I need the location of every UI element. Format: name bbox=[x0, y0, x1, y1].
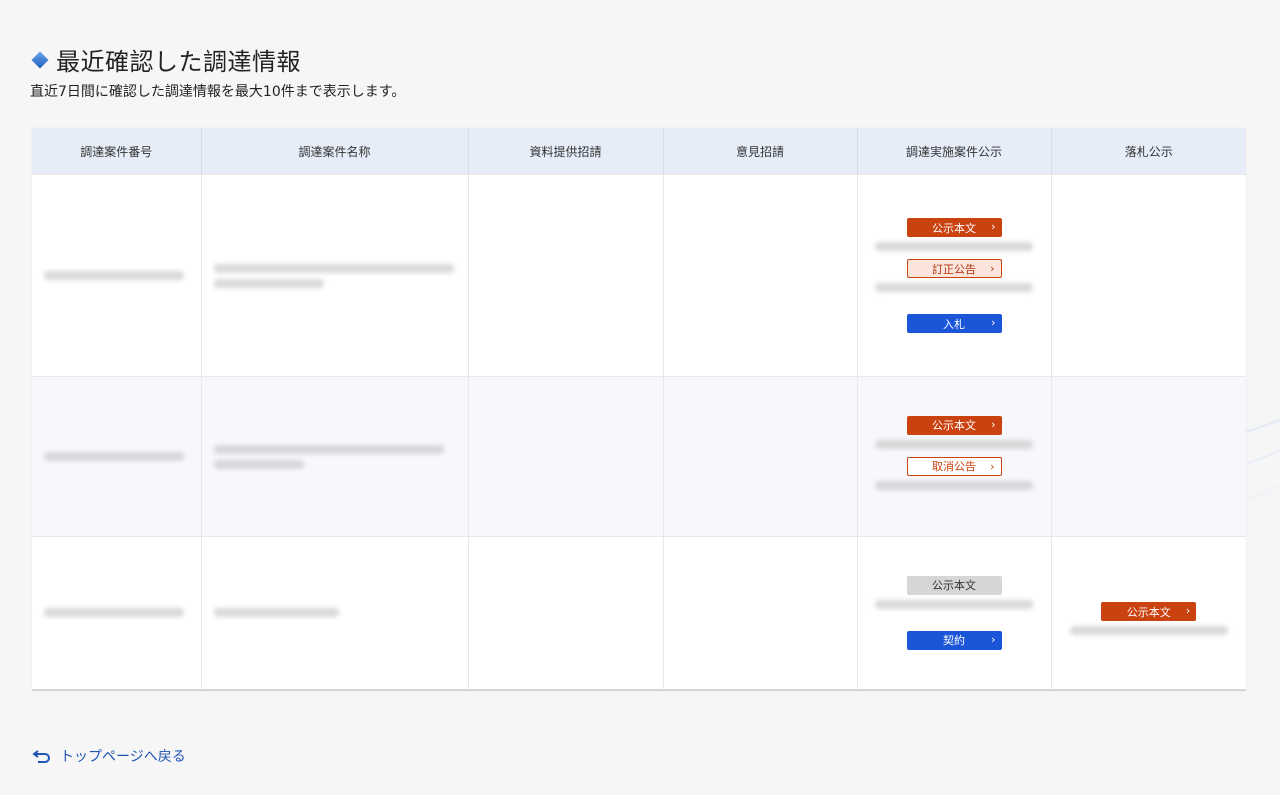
blurred-date bbox=[875, 599, 1033, 609]
procurement-number-cell bbox=[32, 376, 202, 537]
chevron-right-icon: › bbox=[991, 417, 996, 431]
chevron-right-icon: › bbox=[990, 262, 995, 275]
page-title: 最近確認した調達情報 bbox=[56, 48, 301, 76]
button-label: 公示本文 bbox=[932, 419, 976, 432]
bid-button[interactable]: 入札 › bbox=[906, 314, 1002, 333]
award-notice-text-button[interactable]: 公示本文 › bbox=[1101, 602, 1197, 622]
button-label: 取消公告 bbox=[932, 460, 976, 473]
award-notice-cell bbox=[1051, 174, 1246, 377]
procurement-number-cell bbox=[32, 536, 202, 689]
page-header: 最近確認した調達情報 直近7日間に確認した調達情報を最大10件まで表示します。 bbox=[30, 42, 405, 101]
column-header: 意見招請 bbox=[663, 128, 858, 175]
back-to-top-link[interactable]: トップページへ戻る bbox=[32, 746, 186, 766]
button-label: 公示本文 bbox=[1126, 605, 1171, 619]
chevron-right-icon: › bbox=[990, 459, 995, 473]
chevron-right-icon: › bbox=[991, 316, 996, 329]
contract-button[interactable]: 契約 › bbox=[906, 630, 1002, 650]
table-header-row: 調達案件番号 調達案件名称 資料提供招請 意見招請 調達実施案件公示 落札公示 bbox=[32, 128, 1246, 175]
material-request-cell bbox=[468, 376, 664, 537]
button-label: 入札 bbox=[943, 317, 965, 331]
material-request-cell bbox=[468, 536, 664, 689]
award-notice-cell: 公示本文 › bbox=[1051, 536, 1246, 689]
procurement-name-cell bbox=[201, 174, 469, 377]
blurred-date bbox=[1069, 626, 1228, 636]
button-label: 契約 bbox=[943, 634, 965, 648]
recent-procurement-table: 調達案件番号 調達案件名称 資料提供招請 意見招請 調達実施案件公示 落札公示 bbox=[32, 128, 1246, 691]
column-header: 調達案件番号 bbox=[32, 128, 202, 175]
notice-text-button-disabled: 公示本文 bbox=[906, 575, 1002, 595]
diamond-icon bbox=[31, 51, 49, 68]
opinion-request-cell bbox=[663, 376, 858, 537]
notice-text-button[interactable]: 公示本文 › bbox=[906, 415, 1002, 435]
table-row: 公示本文 契約 › 公示本文 › bbox=[32, 536, 1246, 689]
cancellation-notice-button[interactable]: 取消公告 › bbox=[906, 456, 1002, 476]
procurement-name-cell bbox=[201, 376, 469, 537]
opinion-request-cell bbox=[663, 174, 858, 377]
column-header: 調達実施案件公示 bbox=[857, 128, 1052, 175]
table-row: 公示本文 › 取消公告 › bbox=[32, 376, 1246, 537]
blurred-date bbox=[875, 439, 1033, 449]
procurement-name-cell bbox=[201, 536, 469, 689]
blurred-date bbox=[875, 283, 1033, 292]
table-row: 公示本文 › 訂正公告 › 入札 › bbox=[32, 174, 1246, 377]
back-link-label: トップページへ戻る bbox=[60, 749, 186, 765]
column-header: 資料提供招請 bbox=[468, 128, 664, 175]
procurement-number-cell bbox=[32, 174, 202, 377]
notice-text-button[interactable]: 公示本文 › bbox=[906, 218, 1002, 237]
chevron-right-icon: › bbox=[991, 632, 996, 646]
return-arrow-icon bbox=[32, 750, 50, 763]
blurred-date bbox=[875, 242, 1033, 251]
chevron-right-icon: › bbox=[1185, 604, 1191, 618]
implementation-notice-cell: 公示本文 契約 › bbox=[857, 536, 1052, 689]
title-row: 最近確認した調達情報 bbox=[30, 42, 405, 77]
page-subtitle: 直近7日間に確認した調達情報を最大10件まで表示します。 bbox=[30, 84, 406, 100]
column-header: 落札公示 bbox=[1051, 128, 1246, 175]
blurred-date bbox=[875, 480, 1033, 490]
column-header: 調達案件名称 bbox=[201, 128, 469, 175]
button-label: 公示本文 bbox=[932, 221, 976, 235]
button-label: 公示本文 bbox=[932, 579, 976, 593]
button-label: 訂正公告 bbox=[932, 262, 976, 276]
material-request-cell bbox=[468, 174, 664, 377]
opinion-request-cell bbox=[663, 536, 858, 689]
award-notice-cell bbox=[1051, 376, 1246, 537]
implementation-notice-cell: 公示本文 › 取消公告 › bbox=[857, 376, 1052, 537]
chevron-right-icon: › bbox=[991, 220, 996, 233]
correction-notice-button[interactable]: 訂正公告 › bbox=[906, 259, 1002, 278]
implementation-notice-cell: 公示本文 › 訂正公告 › 入札 › bbox=[857, 174, 1052, 377]
